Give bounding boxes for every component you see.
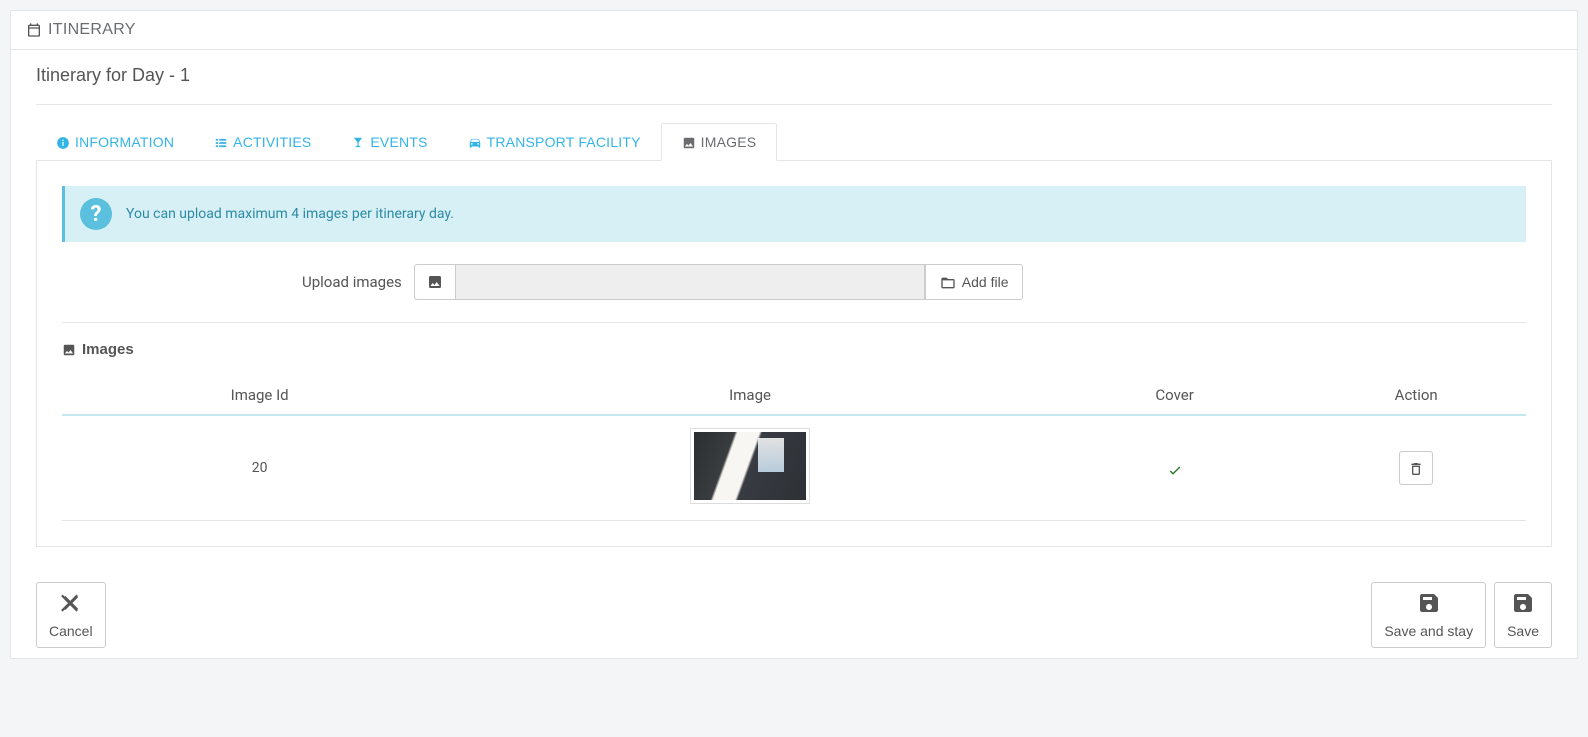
- question-icon: ?: [80, 198, 112, 230]
- save-icon: [1511, 591, 1535, 619]
- info-alert: ? You can upload maximum 4 images per it…: [62, 186, 1526, 242]
- tab-transport[interactable]: TRANSPORT FACILITY: [448, 123, 661, 160]
- glass-icon: [351, 134, 365, 150]
- upload-label: Upload images: [302, 273, 402, 291]
- col-header-cover: Cover: [1043, 376, 1307, 415]
- image-icon: [62, 341, 76, 358]
- footer-actions: Cancel Save and stay Save: [11, 562, 1577, 658]
- save-button[interactable]: Save: [1494, 582, 1552, 648]
- trash-icon: [1408, 460, 1424, 476]
- info-icon: [56, 134, 70, 150]
- itinerary-panel: ITINERARY Itinerary for Day - 1 INFORMAT…: [10, 10, 1578, 659]
- alert-message: You can upload maximum 4 images per itin…: [126, 206, 454, 222]
- list-icon: [214, 134, 228, 150]
- folder-open-icon: [940, 274, 956, 291]
- tab-label: IMAGES: [701, 134, 757, 150]
- tab-images[interactable]: IMAGES: [661, 123, 778, 161]
- cancel-label: Cancel: [49, 623, 93, 639]
- add-file-button[interactable]: Add file: [925, 264, 1024, 300]
- save-label: Save: [1507, 623, 1539, 639]
- save-icon: [1417, 591, 1441, 619]
- tab-label: TRANSPORT FACILITY: [487, 134, 641, 150]
- table-row: 20: [62, 415, 1526, 521]
- delete-button[interactable]: [1399, 451, 1433, 485]
- check-icon: [1167, 459, 1183, 478]
- panel-title: ITINERARY: [48, 21, 136, 39]
- upload-row: Upload images Add file: [62, 264, 1526, 323]
- page-subtitle: Itinerary for Day - 1: [36, 65, 1552, 105]
- cancel-button[interactable]: Cancel: [36, 582, 106, 648]
- col-header-id: Image Id: [62, 376, 457, 415]
- tab-list: INFORMATION ACTIVITIES EVENTS: [36, 123, 1552, 161]
- save-stay-label: Save and stay: [1384, 623, 1473, 639]
- col-header-action: Action: [1306, 376, 1526, 415]
- image-icon: [682, 134, 696, 150]
- cell-image-id: 20: [62, 415, 457, 521]
- tab-events[interactable]: EVENTS: [331, 123, 447, 160]
- car-icon: [468, 134, 482, 150]
- tab-label: INFORMATION: [75, 134, 174, 150]
- cell-cover: [1043, 415, 1307, 521]
- tab-label: ACTIVITIES: [233, 134, 311, 150]
- tab-information[interactable]: INFORMATION: [36, 123, 194, 160]
- cell-image-thumb: [457, 415, 1043, 521]
- tab-content: ? You can upload maximum 4 images per it…: [36, 161, 1552, 547]
- close-icon: [59, 591, 83, 619]
- file-input-display[interactable]: [455, 264, 925, 300]
- images-table: Image Id Image Cover Action 20: [62, 376, 1526, 521]
- panel-header: ITINERARY: [11, 11, 1577, 50]
- add-file-label: Add file: [962, 274, 1009, 290]
- tab-activities[interactable]: ACTIVITIES: [194, 123, 331, 160]
- tab-label: EVENTS: [370, 134, 427, 150]
- col-header-image: Image: [457, 376, 1043, 415]
- save-and-stay-button[interactable]: Save and stay: [1371, 582, 1486, 648]
- images-section-title: Images: [62, 341, 1526, 358]
- image-icon: [414, 264, 455, 300]
- section-title-text: Images: [82, 341, 134, 358]
- image-thumbnail[interactable]: [690, 428, 810, 504]
- calendar-icon: [26, 22, 42, 38]
- cell-action: [1306, 415, 1526, 521]
